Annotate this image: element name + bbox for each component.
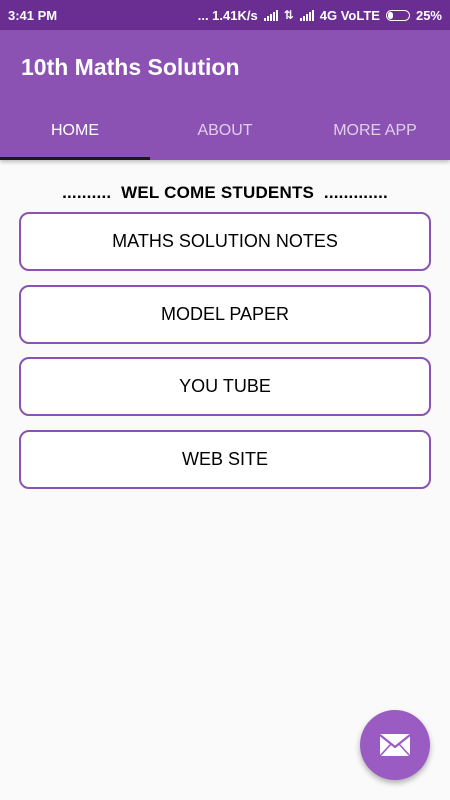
app-bar: 10th Maths Solution HOME ABOUT MORE APP xyxy=(0,30,450,160)
tab-bar: HOME ABOUT MORE APP xyxy=(0,110,450,160)
signal-icon xyxy=(263,9,278,21)
tab-more-app[interactable]: MORE APP xyxy=(300,110,450,160)
net-speed: ... 1.41K/s xyxy=(197,7,258,23)
mail-fab-button[interactable] xyxy=(360,710,430,780)
tab-about[interactable]: ABOUT xyxy=(150,110,300,160)
status-time: 3:41 PM xyxy=(8,7,58,23)
tab-home[interactable]: HOME xyxy=(0,110,150,160)
battery-icon xyxy=(385,9,410,21)
maths-solution-notes-button[interactable]: MATHS SOLUTION NOTES xyxy=(19,212,431,271)
status-bar: 3:41 PM ... 1.41K/s ⇅ 4G VoLTE 25% xyxy=(0,0,450,30)
welcome-text: .......... WEL COME STUDENTS ...........… xyxy=(62,183,388,202)
battery-fill xyxy=(387,11,394,19)
youtube-button[interactable]: YOU TUBE xyxy=(19,357,431,416)
battery-percent: 25% xyxy=(415,7,442,23)
website-button[interactable]: WEB SITE xyxy=(19,430,431,489)
mail-icon xyxy=(379,734,411,757)
status-indicators: ... 1.41K/s ⇅ 4G VoLTE 25% xyxy=(198,8,442,23)
network-type: 4G VoLTE xyxy=(319,7,380,23)
model-paper-button[interactable]: MODEL PAPER xyxy=(19,285,431,344)
app-title: 10th Maths Solution xyxy=(21,54,240,80)
data-transfer-icon: ⇅ xyxy=(283,8,294,22)
signal-icon-2 xyxy=(299,9,314,21)
